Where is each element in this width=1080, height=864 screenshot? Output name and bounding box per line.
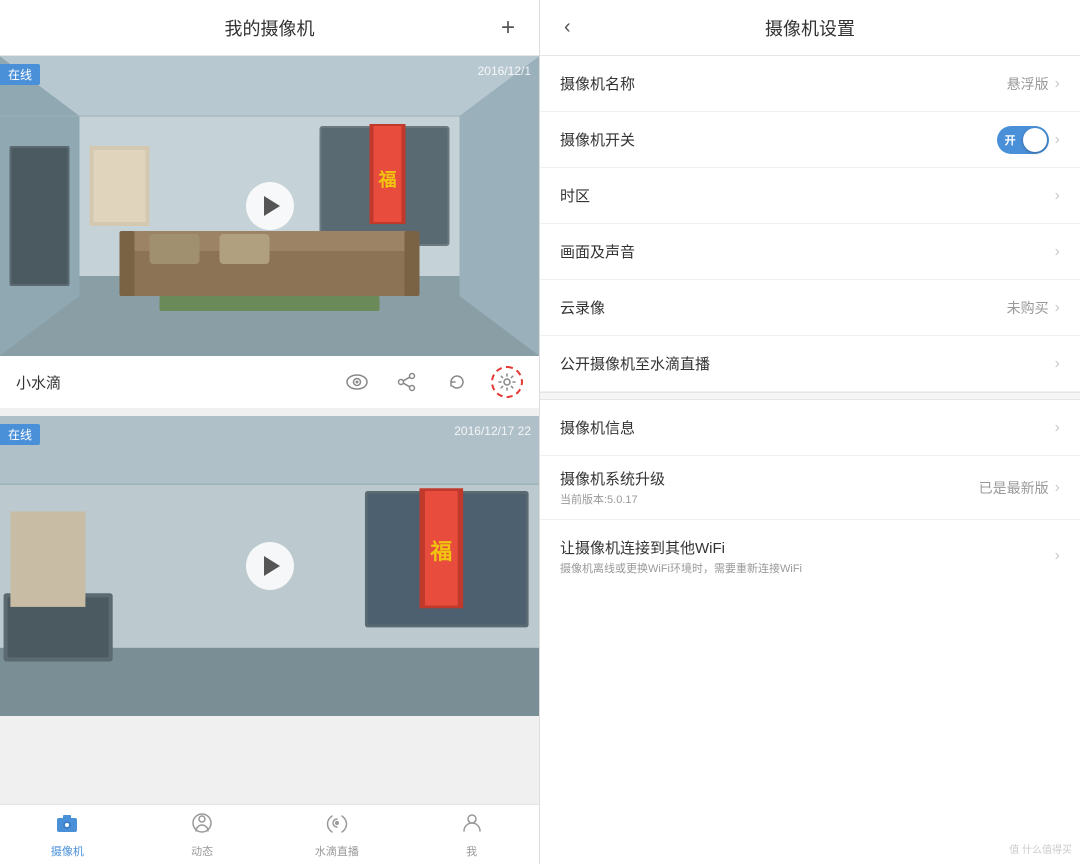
settings-item-live[interactable]: 公开摄像机至水滴直播 › [540,336,1080,392]
camera-card-1: 在线 2016/12/1 [0,56,539,408]
nav-label-live: 水滴直播 [315,843,359,859]
play-button-1[interactable] [246,182,294,230]
play-icon-2 [264,556,280,576]
chevron-live: › [1055,355,1060,373]
me-nav-icon [460,811,484,841]
camera-name-label: 摄像机名称 [560,73,1007,94]
svg-text:福: 福 [429,539,452,564]
replay-icon-1[interactable] [441,366,473,398]
upgrade-value: 已是最新版 [979,478,1049,498]
nav-item-activity[interactable]: 动态 [135,811,270,859]
wifi-sublabel: 摄像机离线或更换WiFi环境时，需要重新连接WiFi [560,560,1055,576]
settings-item-upgrade[interactable]: 摄像机系统升级 当前版本:5.0.17 已是最新版 › [540,456,1080,520]
chevron-wifi: › [1055,547,1060,565]
settings-icon-1[interactable] [491,366,523,398]
public-live-label: 公开摄像机至水滴直播 [560,353,1055,374]
settings-item-av[interactable]: 画面及声音 › [540,224,1080,280]
settings-item-wifi[interactable]: 让摄像机连接到其他WiFi 摄像机离线或更换WiFi环境时，需要重新连接WiFi… [540,520,1080,592]
camera-name-1: 小水滴 [16,372,341,393]
online-badge-1: 在线 [0,64,40,85]
upgrade-label: 摄像机系统升级 [560,468,979,489]
toggle-knob [1023,128,1047,152]
right-panel: ‹ 摄像机设置 摄像机名称 悬浮版 › 摄像机开关 开 › 时区 › 画面及声音… [540,0,1080,864]
chevron-name: › [1055,75,1060,93]
live-nav-icon [325,811,349,841]
wifi-label-group: 让摄像机连接到其他WiFi 摄像机离线或更换WiFi环境时，需要重新连接WiFi [560,537,1055,576]
settings-list: 摄像机名称 悬浮版 › 摄像机开关 开 › 时区 › 画面及声音 › 云录像 未… [540,56,1080,864]
settings-item-switch[interactable]: 摄像机开关 开 › [540,112,1080,168]
camera-toggle[interactable]: 开 [997,126,1049,154]
wifi-label: 让摄像机连接到其他WiFi [560,537,1055,558]
my-camera-title: 我的摄像机 [225,15,315,41]
camera-info-1: 小水滴 [0,356,539,408]
camera-list: 在线 2016/12/1 [0,56,539,804]
bottom-nav: 摄像机 动态 水滴直播 [0,804,539,864]
online-badge-2: 在线 [0,424,40,445]
timezone-label: 时区 [560,185,1055,206]
camera-name-value: 悬浮版 [1007,74,1049,94]
settings-group-divider [540,392,1080,400]
nav-item-me[interactable]: 我 [404,811,539,859]
nav-item-camera[interactable]: 摄像机 [0,811,135,859]
share-icon-1[interactable] [391,366,423,398]
nav-item-live[interactable]: 水滴直播 [270,811,405,859]
left-panel: 我的摄像机 + 在线 2016/12/1 [0,0,540,864]
activity-nav-icon [190,811,214,841]
camera-thumbnail-1[interactable]: 在线 2016/12/1 [0,56,539,356]
play-button-2[interactable] [246,542,294,590]
cloud-value: 未购买 [1007,298,1049,318]
toggle-on-label: 开 [1005,132,1016,148]
chevron-upgrade: › [1055,479,1060,497]
cloud-label: 云录像 [560,297,1007,318]
chevron-switch: › [1055,131,1060,149]
upgrade-label-group: 摄像机系统升级 当前版本:5.0.17 [560,468,979,507]
camera-card-2: 在线 2016/12/17 22 [0,416,539,716]
timestamp-2: 2016/12/17 22 [454,424,531,438]
chevron-av: › [1055,243,1060,261]
nav-label-activity: 动态 [191,843,213,859]
view-icon-1[interactable] [341,366,373,398]
chevron-cloud: › [1055,299,1060,317]
av-label: 画面及声音 [560,241,1055,262]
svg-text:福: 福 [378,169,397,190]
settings-item-cloud[interactable]: 云录像 未购买 › [540,280,1080,336]
back-button[interactable]: ‹ [556,8,579,47]
add-camera-button[interactable]: + [501,14,515,42]
camera-switch-label: 摄像机开关 [560,129,997,150]
chevron-info: › [1055,419,1060,437]
settings-item-info[interactable]: 摄像机信息 › [540,400,1080,456]
right-header: ‹ 摄像机设置 [540,0,1080,56]
settings-item-name[interactable]: 摄像机名称 悬浮版 › [540,56,1080,112]
settings-title: 摄像机设置 [765,15,855,41]
left-header: 我的摄像机 + [0,0,539,56]
watermark: 值 什么值得买 [1009,841,1072,856]
play-icon-1 [264,196,280,216]
timestamp-1: 2016/12/1 [478,64,531,78]
camera-nav-icon [55,811,79,841]
camera-actions-1 [341,366,523,398]
camera-thumbnail-2[interactable]: 在线 2016/12/17 22 [0,416,539,716]
nav-label-me: 我 [466,843,477,859]
settings-item-timezone[interactable]: 时区 › [540,168,1080,224]
info-label: 摄像机信息 [560,417,1055,438]
chevron-timezone: › [1055,187,1060,205]
nav-label-camera: 摄像机 [51,843,84,859]
upgrade-sublabel: 当前版本:5.0.17 [560,491,979,507]
